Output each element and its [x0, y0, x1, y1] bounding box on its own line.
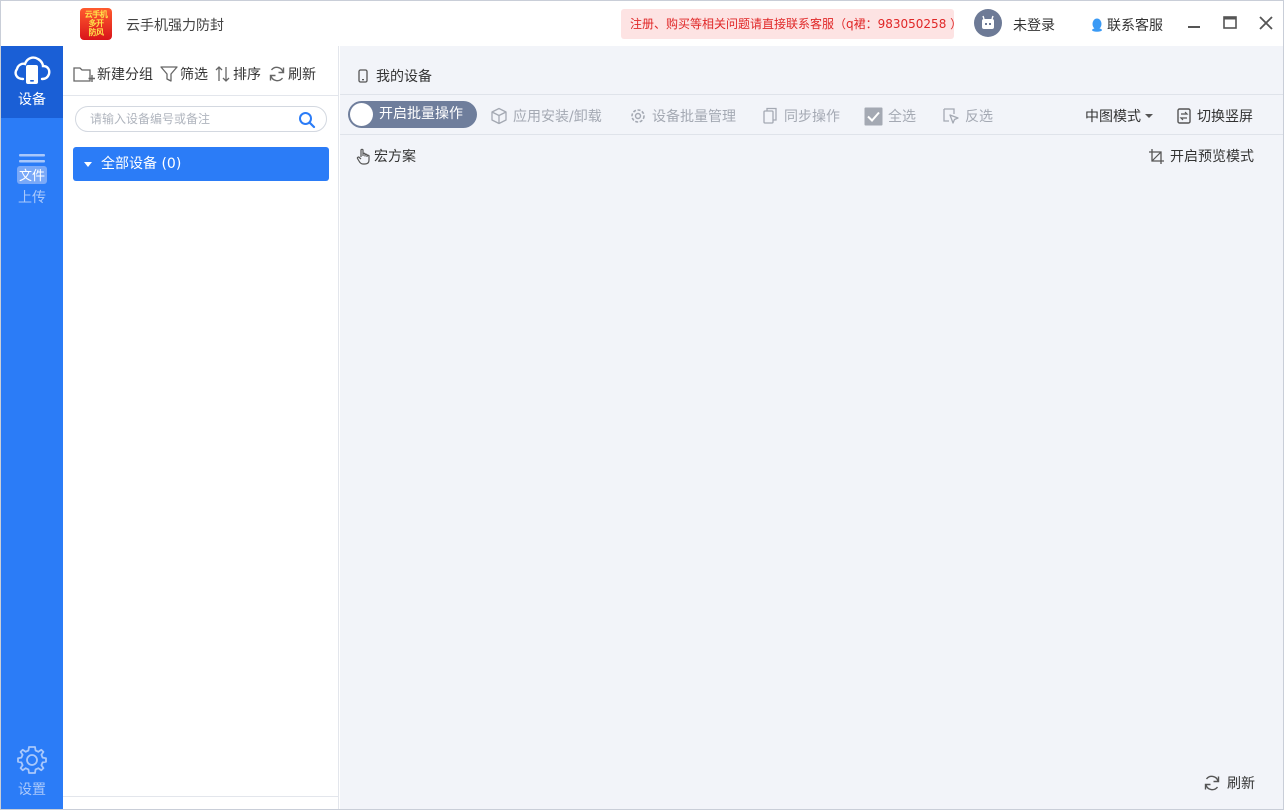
batch-toolbar: 开启批量操作 应用安装/卸载 设备批量管理 同步操作 全选 反选 中图模式 切换…: [340, 95, 1283, 135]
group-item-all-devices[interactable]: 全部设备 (0): [73, 147, 329, 181]
sort-label: 排序: [233, 67, 261, 83]
nav-label-settings: 设置: [18, 782, 46, 798]
contact-support-button[interactable]: 联系客服: [1091, 15, 1163, 35]
cursor-select-icon: [943, 108, 959, 124]
divider: [63, 796, 339, 797]
toggle-knob: [350, 103, 373, 126]
main-header: 我的设备: [340, 46, 1283, 94]
caret-down-icon: [84, 162, 92, 167]
qq-penguin-icon: [1092, 18, 1102, 32]
page-title: 我的设备: [357, 66, 432, 86]
close-icon: [1259, 16, 1273, 30]
nav-label-file: 文件: [18, 169, 45, 184]
nav-label-devices: 设备: [18, 92, 46, 108]
user-avatar[interactable]: [974, 9, 1002, 37]
minimize-icon: [1188, 26, 1200, 28]
filter-label: 筛选: [180, 67, 208, 83]
sync-operation-label: 同步操作: [784, 109, 840, 125]
preview-mode-button[interactable]: 开启预览模式: [1148, 146, 1254, 166]
new-group-label: 新建分组: [97, 67, 153, 83]
maximize-icon: [1223, 16, 1237, 29]
sort-button[interactable]: 排序: [215, 64, 261, 84]
select-all-label: 全选: [888, 109, 916, 125]
package-cube-icon: [491, 107, 507, 125]
view-mode-label: 中图模式: [1085, 109, 1141, 125]
batch-manage-label: 设备批量管理: [652, 109, 736, 125]
sync-operation-button[interactable]: 同步操作: [761, 106, 840, 126]
gear-icon: [631, 109, 645, 123]
switch-orientation-button[interactable]: 切换竖屏: [1176, 106, 1253, 126]
app-window: 设备 文件 上传 设置 云手机 多开 防风 云手机强力防封 注册、购买等相关问题请直…: [0, 0, 1284, 810]
divider: [340, 134, 1283, 135]
search-icon[interactable]: [298, 111, 316, 129]
close-button[interactable]: [1254, 11, 1278, 35]
invert-selection-button[interactable]: 反选: [942, 106, 993, 126]
app-logo: 云手机 多开 防风: [80, 8, 112, 40]
sidebar-toolbar: 新建分组 筛选 排序 刷新: [73, 64, 323, 84]
nav-item-file-upload[interactable]: 文件 上传: [1, 149, 63, 211]
device-search-input[interactable]: [90, 110, 290, 128]
filter-button[interactable]: 筛选: [160, 64, 208, 84]
crop-icon: [1149, 148, 1164, 164]
new-folder-icon: [73, 67, 95, 82]
group-item-label: 全部设备 (0): [101, 156, 182, 172]
left-nav: 设备 文件 上传 设置: [1, 1, 63, 809]
refresh-icon: [269, 66, 285, 82]
nav-label-upload: 上传: [18, 190, 46, 206]
view-mode-dropdown[interactable]: 中图模式: [1085, 106, 1154, 126]
filter-icon: [160, 66, 178, 82]
phone-icon: [358, 69, 368, 83]
support-notice-banner[interactable]: 注册、购买等相关问题请直接联系客服（q裙：983050258 ）: [621, 9, 954, 39]
batch-operation-label: 开启批量操作: [379, 106, 463, 122]
refresh-icon: [1204, 775, 1220, 791]
switch-orientation-label: 切换竖屏: [1197, 109, 1253, 125]
cloud-phone-icon: [14, 56, 51, 84]
login-status[interactable]: 未登录: [1013, 15, 1055, 35]
sort-icon: [215, 66, 230, 82]
robot-avatar-icon: [982, 15, 994, 29]
contact-support-label: 联系客服: [1107, 18, 1163, 34]
divider: [63, 95, 339, 96]
checkbox-checked-icon: [864, 107, 883, 125]
secondary-toolbar: 宏方案 开启预览模式: [340, 136, 1283, 174]
copy-icon: [763, 107, 777, 124]
select-all-checkbox[interactable]: 全选: [864, 106, 916, 126]
refresh-devices-button[interactable]: 刷新: [1203, 773, 1255, 793]
minimize-button[interactable]: [1182, 11, 1206, 35]
gear-icon: [17, 746, 47, 774]
app-title: 云手机强力防封: [126, 18, 224, 34]
hand-pointer-icon: [356, 148, 370, 165]
device-group-sidebar: 新建分组 筛选 排序 刷新 请输入设备编号或备注 全部设备 (0): [63, 46, 339, 809]
macro-scheme-button[interactable]: 宏方案: [356, 146, 416, 166]
refresh-label: 刷新: [288, 67, 316, 83]
batch-manage-button[interactable]: 设备批量管理: [629, 106, 736, 126]
macro-scheme-label: 宏方案: [374, 149, 416, 165]
rotate-screen-icon: [1177, 108, 1191, 124]
nav-item-devices[interactable]: 设备: [1, 43, 63, 118]
invert-selection-label: 反选: [965, 109, 993, 125]
title-bar: 云手机 多开 防风 云手机强力防封 注册、购买等相关问题请直接联系客服（q裙：983…: [1, 1, 1283, 46]
nav-item-settings[interactable]: 设置: [1, 744, 63, 804]
device-search-box: [75, 106, 327, 132]
app-install-button[interactable]: 应用安装/卸载: [490, 106, 602, 126]
chevron-down-icon: [1145, 114, 1153, 118]
new-group-button[interactable]: 新建分组: [73, 64, 153, 84]
batch-operation-toggle[interactable]: 开启批量操作: [348, 101, 477, 128]
refresh-groups-button[interactable]: 刷新: [268, 64, 316, 84]
refresh-devices-label: 刷新: [1227, 776, 1255, 792]
page-title-text: 我的设备: [376, 69, 432, 85]
app-install-label: 应用安装/卸载: [513, 109, 602, 125]
main-panel: 我的设备 开启批量操作 应用安装/卸载 设备批量管理 同步操作 全选 反选 中图…: [340, 46, 1283, 809]
preview-mode-label: 开启预览模式: [1170, 149, 1254, 165]
maximize-button[interactable]: [1218, 11, 1242, 35]
